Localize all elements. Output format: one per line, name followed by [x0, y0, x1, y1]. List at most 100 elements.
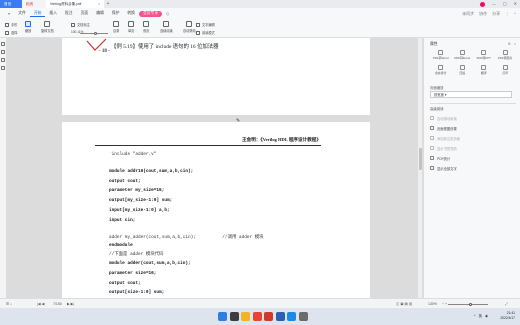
zoom-level-text[interactable]: 130% — [428, 302, 437, 306]
search-icon[interactable]: Q — [162, 12, 173, 16]
status-left-icons[interactable]: ☰ ⌕ — [6, 302, 12, 306]
bookmark-icon[interactable] — [1, 50, 5, 54]
text-edit-tool[interactable]: 文字编辑 — [196, 22, 215, 27]
zoom-out-in-buttons[interactable]: − + — [442, 302, 447, 306]
more-icon[interactable]: ⋮ — [505, 11, 509, 17]
annotate-tool[interactable]: 文档标注 — [71, 22, 90, 27]
option-icon — [430, 166, 434, 170]
document-viewport[interactable]: 【例 5.19】使用了 include 语句的 16 位加法器 - 18 - ✎… — [7, 38, 423, 298]
autoscroll-tool[interactable]: 自动滚动 — [183, 21, 196, 33]
vertical-scrollbar[interactable] — [418, 38, 422, 298]
hand-tool[interactable]: 手形 — [5, 22, 17, 27]
clock[interactable]: 21:41 2022/4/17 — [500, 311, 515, 320]
tool-grid-label: 翻译 — [480, 71, 487, 76]
input-method-indicator[interactable]: 英 — [478, 314, 482, 319]
advanced-option-item[interactable]: 自动滚动阅读 — [430, 113, 516, 123]
close-window-icon[interactable]: ✕ — [514, 0, 517, 8]
tool-grid-item[interactable]: 翻译 — [473, 65, 495, 75]
code-line: input cin; — [109, 218, 136, 223]
view-mode-icons[interactable]: ◫ ▣ ▤ ▥ — [396, 302, 412, 306]
share-button[interactable]: 分享 — [492, 11, 500, 17]
pdf-page-previous: 【例 5.19】使用了 include 语句的 16 位加法器 - 18 - — [62, 38, 370, 115]
menu-right-tools: 未同步 协作 分享 ⋮ ^ — [462, 11, 516, 17]
menu-convert[interactable]: 转换 — [123, 11, 139, 16]
word-icon[interactable] — [275, 312, 285, 321]
menu-protect[interactable]: 保护 — [108, 11, 124, 16]
tool-grid-item[interactable]: 压缩 — [452, 65, 474, 75]
tool-grid-item[interactable]: 打印 — [495, 65, 517, 75]
reading-mode-tool[interactable]: 阅读模式 — [196, 30, 215, 35]
tab-document[interactable]: Verilog资料合集.pdf × — [46, 0, 104, 8]
collab-button[interactable]: 协作 — [479, 11, 487, 17]
tool-grid-item[interactable]: PDF转图片 — [495, 50, 517, 60]
minimize-icon[interactable]: — — [492, 0, 496, 8]
advanced-option-item[interactable]: PDF统计 — [430, 153, 516, 163]
search-panel-icon[interactable] — [1, 66, 5, 70]
page-indicator[interactable]: 7/150 — [53, 302, 62, 306]
option-label: 显示书签导航 — [437, 146, 457, 151]
search-icon[interactable] — [229, 312, 239, 321]
tool-grid: PDF转Word PDF转Excel PDF转PPT PDF转图片合并拆分 压缩 翻译 打印 — [430, 50, 516, 75]
status-zoom-knob[interactable] — [468, 302, 472, 306]
single-page-tool[interactable]: 单页 — [128, 21, 134, 33]
panel-settings-icon[interactable]: ⚙ — [508, 42, 511, 46]
panel-close-icon[interactable]: × — [514, 42, 516, 46]
avatar[interactable] — [479, 1, 485, 7]
tab-home[interactable]: 首页 — [0, 0, 22, 8]
advanced-option-item[interactable]: 显示全部文字 — [430, 163, 516, 173]
left-sidebar — [0, 38, 7, 298]
rotate-tool[interactable]: 旋转文档 — [41, 21, 54, 33]
sync-status[interactable]: 未同步 — [462, 11, 474, 17]
double-page-tool[interactable]: 双页 — [143, 21, 149, 33]
network-icon[interactable]: ◉ — [485, 314, 488, 319]
windows-taskbar: ^ 英 ◉ 21:41 2022/4/17 — [0, 308, 520, 325]
first-prev-page-buttons[interactable]: |◀ ◀ — [37, 302, 44, 306]
advanced-option-item[interactable]: 显示书签导航 — [430, 143, 516, 153]
file-explorer-icon[interactable] — [241, 312, 250, 321]
toolbar-zoom-knob[interactable] — [94, 31, 97, 35]
tool-grid-item[interactable]: PDF转Excel — [452, 50, 474, 60]
maximize-icon[interactable]: ▢ — [503, 0, 507, 8]
menu-bar: ≡ 文件 开始 插入 批注 页面 编辑 保护 转换 会员专享 Q 未同步 协作 … — [0, 8, 520, 19]
fit-window-icon[interactable]: ⤢ — [505, 302, 508, 306]
collapse-icon[interactable]: ^ — [514, 11, 516, 17]
menu-edit[interactable]: 编辑 — [92, 11, 108, 16]
close-tab-icon[interactable]: × — [98, 2, 100, 6]
title-bar: 首页 稻壳 Verilog资料合集.pdf × + — ▢ ✕ — [0, 0, 520, 8]
select-tool[interactable]: 选择 — [5, 30, 17, 35]
menu-insert[interactable]: 插入 — [45, 11, 61, 16]
continuous-tool[interactable]: 连续阅读 — [160, 21, 173, 33]
menu-file[interactable]: 文件 — [14, 11, 30, 16]
new-tab-button[interactable]: + — [104, 1, 112, 7]
system-tray: ^ 英 ◉ — [474, 314, 488, 319]
tool-grid-item[interactable]: PDF转PPT — [473, 50, 495, 60]
zoom-tool-label: 缩放 — [25, 29, 32, 33]
menu-page[interactable]: 页面 — [77, 11, 93, 16]
member-button[interactable]: 会员专享 — [138, 10, 163, 17]
scrollbar-thumb[interactable] — [418, 148, 422, 170]
settings-icon[interactable] — [298, 312, 308, 321]
advanced-option-item[interactable]: 添加标注到页面 — [430, 133, 516, 143]
page-zoom-select[interactable]: 按宽度 ▾ — [430, 91, 512, 98]
toc-icon — [113, 21, 120, 27]
tool-grid-item[interactable]: 合并拆分 — [430, 65, 452, 75]
advanced-section-label: 高级阅读 — [430, 107, 444, 111]
chrome-icon[interactable] — [252, 312, 262, 321]
advanced-option-item[interactable]: 页面视图设置 — [430, 123, 516, 133]
tab-daoke[interactable]: 稻壳 — [22, 0, 46, 8]
thumbnail-icon[interactable] — [1, 42, 5, 46]
wps-icon[interactable] — [264, 312, 273, 321]
vscode-icon[interactable] — [287, 312, 296, 321]
tool-grid-item[interactable]: PDF转Word — [430, 50, 452, 60]
menu-home[interactable]: 开始 — [29, 11, 46, 17]
next-last-page-buttons[interactable]: ▶ ▶| — [67, 302, 74, 306]
annotation-list-icon[interactable] — [1, 58, 5, 62]
tray-expand-icon[interactable]: ^ — [474, 314, 476, 319]
zoom-tool[interactable]: 缩放 — [25, 21, 31, 33]
windows-start-icon[interactable] — [218, 312, 227, 321]
hamburger-menu-icon[interactable]: ≡ — [4, 12, 14, 16]
single-page-icon — [128, 21, 135, 27]
toc-tool[interactable]: 目录 — [113, 21, 119, 33]
menu-annotate[interactable]: 批注 — [61, 11, 77, 16]
hand-tool-label: 手形 — [11, 23, 18, 27]
